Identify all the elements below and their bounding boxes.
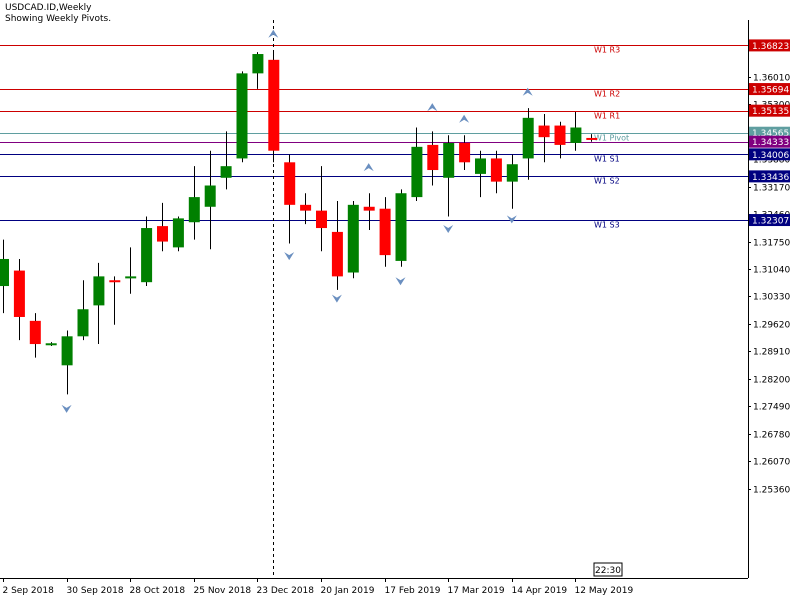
bearish-candle	[363, 206, 375, 211]
pivot-level-price-tag: 1.36823	[752, 42, 789, 52]
fractal-down-icon	[284, 252, 295, 261]
price-tick-label: 1.25360	[753, 486, 790, 496]
price-tick-label: 1.28910	[753, 348, 790, 358]
pivot-level-price-tag: 1.33436	[752, 173, 789, 183]
price-tick-label: 1.28200	[753, 376, 790, 386]
bearish-candle	[316, 210, 327, 229]
bearish-candle	[490, 158, 502, 182]
price-tick-label: 1.31040	[753, 266, 790, 276]
bearish-candle	[379, 208, 391, 256]
price-tick-label: 1.33170	[753, 184, 790, 194]
fractal-up-icon	[427, 103, 438, 112]
price-tick-label: 1.29620	[753, 321, 790, 331]
pivot-level-name: W1 R3	[594, 46, 620, 55]
price-tick-label: 1.26070	[753, 458, 790, 468]
bullish-candle	[172, 218, 184, 248]
fractal-up-icon	[522, 87, 533, 96]
bullish-candle	[411, 146, 423, 198]
fractal-up-icon	[459, 114, 470, 123]
bullish-candle	[61, 336, 73, 366]
time-tick-label: 25 Nov 2018	[194, 586, 252, 596]
fractal-down-icon	[506, 215, 517, 224]
bullish-candle	[570, 127, 582, 143]
bullish-candle	[220, 166, 232, 178]
bullish-candle	[188, 197, 200, 223]
bearish-candle	[538, 125, 550, 138]
bearish-candle	[284, 162, 296, 205]
bullish-candle	[204, 185, 216, 207]
server-time-badge: 22:30	[595, 566, 621, 576]
fractal-down-icon	[331, 294, 342, 303]
bullish-candle	[506, 164, 518, 182]
fractal-down-icon	[61, 404, 72, 413]
close-price-tag: 1.34333	[752, 138, 789, 148]
time-tick-label: 14 Apr 2019	[512, 586, 568, 596]
time-tick-label: 17 Feb 2019	[385, 586, 441, 596]
pivot-level-price-tag: 1.35694	[752, 86, 789, 96]
bearish-candle	[109, 280, 121, 283]
price-tick-label: 1.27490	[753, 403, 790, 413]
bullish-candle	[125, 276, 137, 279]
bullish-candle	[93, 276, 105, 306]
price-chart[interactable]: W1 R3 W1 R2 W1 R1 W1 Pivot W1 S1 W1 S2 W1 S3 1…	[0, 0, 800, 600]
fractal-down-icon	[443, 225, 454, 234]
bullish-candle	[475, 158, 486, 174]
pivot-level-name: W1 S3	[594, 221, 620, 230]
fractal-up-icon	[268, 29, 279, 38]
time-tick-label: 30 Sep 2018	[67, 586, 124, 596]
price-tick-label: 1.26780	[753, 431, 790, 441]
bearish-candle	[29, 320, 41, 345]
bearish-candle	[554, 125, 566, 145]
time-tick-label: 23 Dec 2018	[257, 586, 315, 596]
bullish-candle	[236, 73, 248, 159]
pivot-level-price-tag: 1.34006	[752, 151, 789, 161]
bearish-candle	[268, 59, 280, 151]
price-tick-label: 1.36010	[753, 74, 790, 84]
bearish-candle	[459, 142, 471, 163]
bullish-candle	[0, 258, 9, 287]
time-tick-label: 20 Jan 2019	[321, 586, 375, 596]
time-tick-label: 12 May 2019	[575, 586, 634, 596]
pivot-level-price-tag: 1.32307	[752, 217, 789, 227]
bearish-candle	[586, 137, 598, 140]
pivot-level-name: W1 S1	[594, 155, 620, 164]
fractal-down-icon	[395, 277, 406, 286]
bullish-candle	[522, 117, 534, 159]
bearish-candle	[427, 144, 439, 171]
bearish-candle	[300, 204, 312, 211]
time-tick-label: 17 Mar 2019	[448, 586, 505, 596]
pivot-level-price-tag: 1.35135	[752, 107, 789, 117]
pivot-level-name: W1 R2	[594, 90, 620, 99]
bullish-candle	[347, 204, 359, 273]
bearish-candle	[13, 270, 25, 317]
pivot-level-name: W1 Pivot	[594, 134, 629, 143]
bullish-candle	[141, 228, 153, 283]
price-tick-label: 1.30330	[753, 293, 790, 303]
bearish-candle	[331, 231, 343, 277]
bullish-candle	[252, 54, 264, 74]
pivot-level-name: W1 S2	[594, 177, 620, 186]
price-tick-label: 1.31750	[753, 239, 790, 249]
fractal-up-icon	[363, 163, 374, 172]
bullish-candle	[395, 193, 407, 261]
time-tick-label: 2 Sep 2018	[3, 586, 55, 596]
bullish-candle	[45, 343, 57, 346]
bearish-candle	[157, 226, 168, 242]
bullish-candle	[77, 309, 89, 337]
pivot-level-name: W1 R1	[594, 112, 620, 121]
bullish-candle	[443, 142, 455, 178]
time-tick-label: 28 Oct 2018	[130, 586, 186, 596]
